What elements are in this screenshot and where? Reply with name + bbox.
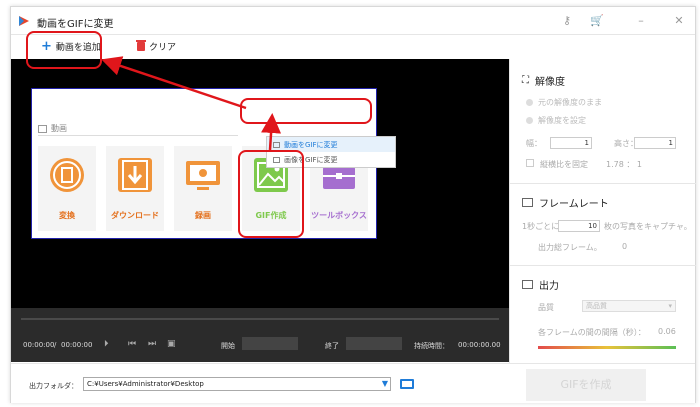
arrow-to-add-video [101,56,247,110]
annotation-arrows [101,56,282,151]
arrow-to-popup [261,113,282,151]
